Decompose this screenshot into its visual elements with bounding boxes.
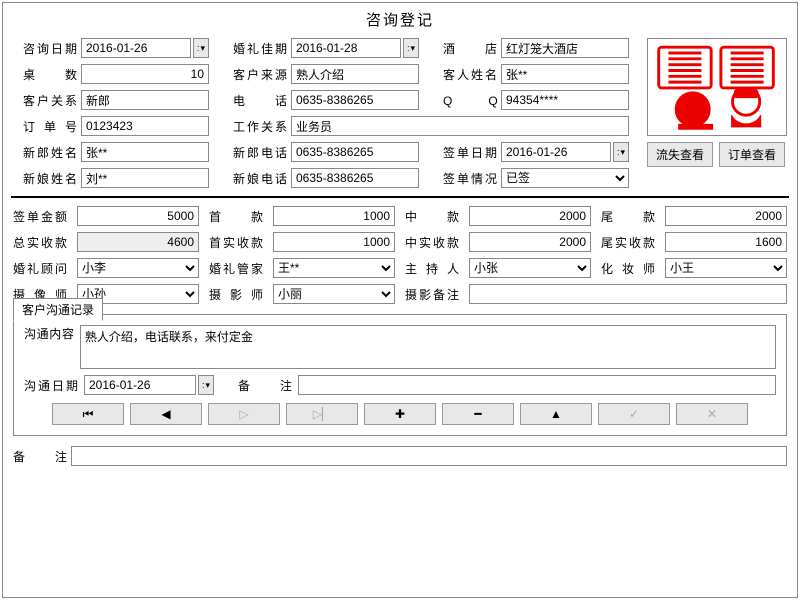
nav-first-button[interactable]: ⏮ [52, 403, 124, 425]
lbl-sign-amt: 签单金额 [13, 208, 67, 225]
lbl-tail: 尾 款 [601, 208, 655, 225]
groom-name-input[interactable] [81, 142, 209, 162]
check-icon: ✓ [629, 407, 639, 421]
total-recv-input [77, 232, 199, 252]
last-icon: ▷▏ [313, 407, 331, 421]
page-title: 咨询登记 [3, 3, 797, 38]
relation-input[interactable] [81, 90, 209, 110]
advisor-select[interactable]: 小李 [77, 258, 199, 278]
consult-date-picker[interactable] [193, 38, 209, 58]
photo-select[interactable]: 小丽 [273, 284, 395, 304]
lbl-tables: 桌 数 [23, 66, 77, 83]
lbl-order-no: 订 单 号 [23, 118, 77, 135]
sign-date-input[interactable] [501, 142, 611, 162]
nav-next-button[interactable]: ▷ [208, 403, 280, 425]
lbl-groom-name: 新郎姓名 [23, 144, 77, 161]
work-rel-input[interactable] [291, 116, 629, 136]
lbl-photo-note: 摄影备注 [405, 286, 459, 303]
bride-name-input[interactable] [81, 168, 209, 188]
up-icon: ▲ [550, 407, 562, 421]
tables-input[interactable] [81, 64, 209, 84]
nav-edit-button[interactable]: ▲ [520, 403, 592, 425]
sign-status-select[interactable]: 已签 [501, 168, 629, 188]
lbl-guest-name: 客人姓名 [443, 66, 497, 83]
lbl-first-recv: 首实收款 [209, 234, 263, 251]
lbl-work-rel: 工作关系 [233, 118, 287, 135]
first-icon: ⏮ [83, 407, 94, 422]
lbl-mid-recv: 中实收款 [405, 234, 459, 251]
lbl-bride-name: 新娘姓名 [23, 170, 77, 187]
lbl-first: 首 款 [209, 208, 263, 225]
nav-delete-button[interactable]: ━ [442, 403, 514, 425]
photo-note-input[interactable] [469, 284, 787, 304]
nav-cancel-button[interactable]: ✕ [676, 403, 748, 425]
lbl-advisor: 婚礼顾问 [13, 260, 67, 277]
qq-input[interactable] [501, 90, 629, 110]
host-select[interactable]: 小张 [469, 258, 591, 278]
source-input[interactable] [291, 64, 419, 84]
minus-icon: ━ [474, 407, 481, 421]
lost-view-button[interactable]: 流失查看 [647, 142, 713, 167]
plus-icon: ✚ [395, 407, 405, 421]
lbl-comm-note: 备 注 [238, 377, 292, 394]
order-view-button[interactable]: 订单查看 [719, 142, 785, 167]
lbl-comm-date: 沟通日期 [24, 377, 78, 394]
lbl-tail-recv: 尾实收款 [601, 234, 655, 251]
note-input[interactable] [71, 446, 787, 466]
butler-select[interactable]: 王** [273, 258, 395, 278]
prev-icon: ◀ [161, 407, 170, 421]
lbl-note: 备 注 [13, 448, 67, 465]
makeup-select[interactable]: 小王 [665, 258, 787, 278]
lbl-total-recv: 总实收款 [13, 234, 67, 251]
comm-content-input[interactable]: 熟人介绍，电话联系，来付定金 [80, 325, 776, 369]
lbl-wedding-date: 婚礼佳期 [233, 40, 287, 57]
lbl-hotel: 酒 店 [443, 40, 497, 57]
lbl-phone: 电 话 [233, 92, 287, 109]
tail-recv-input[interactable] [665, 232, 787, 252]
nav-save-button[interactable]: ✓ [598, 403, 670, 425]
lbl-mid: 中 款 [405, 208, 459, 225]
first-input[interactable] [273, 206, 395, 226]
sign-date-picker[interactable] [613, 142, 629, 162]
mid-recv-input[interactable] [469, 232, 591, 252]
hotel-input[interactable] [501, 38, 629, 58]
lbl-photo: 摄 影 师 [209, 286, 263, 303]
lbl-sign-status: 签单情况 [443, 170, 497, 187]
nav-add-button[interactable]: ✚ [364, 403, 436, 425]
lbl-groom-phone: 新郎电话 [233, 144, 287, 161]
sign-amt-input[interactable] [77, 206, 199, 226]
lbl-relation: 客户关系 [23, 92, 77, 109]
bride-phone-input[interactable] [291, 168, 419, 188]
nav-last-button[interactable]: ▷▏ [286, 403, 358, 425]
tail-input[interactable] [665, 206, 787, 226]
mid-input[interactable] [469, 206, 591, 226]
lbl-bride-phone: 新娘电话 [233, 170, 287, 187]
wedding-image [647, 38, 787, 136]
lbl-qq: Q Q [443, 92, 497, 109]
lbl-consult-date: 咨询日期 [23, 40, 77, 57]
guest-name-input[interactable] [501, 64, 629, 84]
groom-phone-input[interactable] [291, 142, 419, 162]
lbl-source: 客户来源 [233, 66, 287, 83]
nav-prev-button[interactable]: ◀ [130, 403, 202, 425]
x-icon: ✕ [707, 407, 717, 421]
first-recv-input[interactable] [273, 232, 395, 252]
lbl-butler: 婚礼管家 [209, 260, 263, 277]
phone-input[interactable] [291, 90, 419, 110]
tab-comm-log[interactable]: 客户沟通记录 [13, 298, 103, 321]
lbl-sign-date: 签单日期 [443, 144, 497, 161]
comm-note-input[interactable] [298, 375, 776, 395]
wedding-date-picker[interactable] [403, 38, 419, 58]
next-icon: ▷ [239, 407, 248, 421]
lbl-comm-content: 沟通内容 [24, 325, 74, 342]
lbl-makeup: 化 妆 师 [601, 260, 655, 277]
comm-date-picker[interactable] [198, 375, 214, 395]
wedding-date-input[interactable] [291, 38, 401, 58]
comm-date-input[interactable] [84, 375, 196, 395]
lbl-host: 主 持 人 [405, 260, 459, 277]
order-no-input[interactable] [81, 116, 209, 136]
consult-date-input[interactable] [81, 38, 191, 58]
